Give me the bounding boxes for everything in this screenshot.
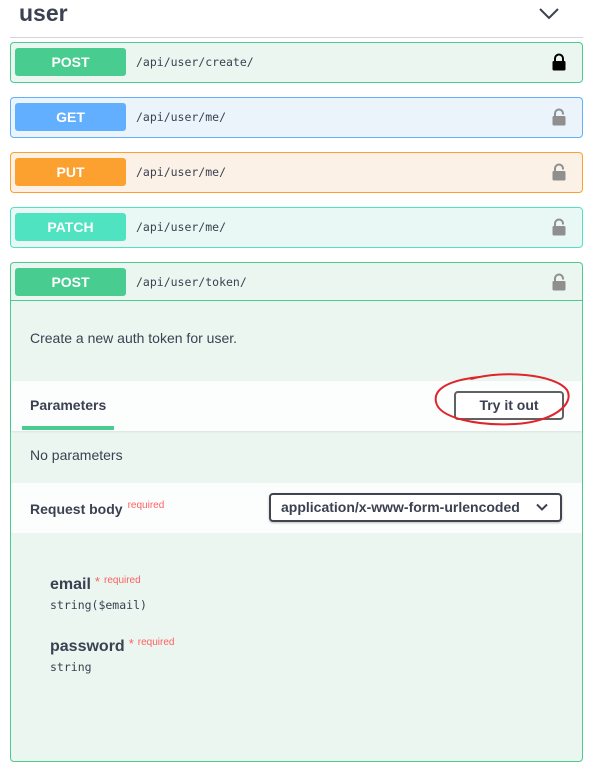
operation-path: /api/user/me/ xyxy=(136,110,227,124)
property-type: string($email) xyxy=(50,598,147,612)
required-tag: required xyxy=(127,500,165,511)
required-tag: required xyxy=(103,575,141,586)
operation-summary[interactable]: GET /api/user/me/ xyxy=(11,98,582,136)
no-parameters-text: No parameters xyxy=(30,447,123,463)
operation-summary[interactable]: PATCH /api/user/me/ xyxy=(11,208,582,246)
property-email: email * required string($email) xyxy=(50,574,147,612)
property-name: email xyxy=(50,576,91,593)
operation-post-user-create[interactable]: POST /api/user/create/ xyxy=(10,42,583,83)
required-tag: required xyxy=(137,637,175,648)
unlocked-padlock-icon[interactable] xyxy=(551,218,567,236)
locked-padlock-icon[interactable] xyxy=(551,53,567,71)
method-badge-post: POST xyxy=(15,268,126,296)
operation-post-user-token[interactable]: POST /api/user/token/ Create a new auth … xyxy=(10,262,583,762)
operation-summary[interactable]: PUT /api/user/me/ xyxy=(11,153,582,191)
operation-put-user-me[interactable]: PUT /api/user/me/ xyxy=(10,152,583,193)
request-body-header: Request body required application/x-www-f… xyxy=(11,483,582,533)
unlocked-padlock-icon[interactable] xyxy=(551,108,567,126)
request-body-label: Request body xyxy=(30,501,123,517)
operation-path: /api/user/create/ xyxy=(136,55,254,69)
content-type-select[interactable]: application/x-www-form-urlencoded xyxy=(269,493,562,522)
operation-get-user-me[interactable]: GET /api/user/me/ xyxy=(10,97,583,138)
tag-header-user[interactable]: user xyxy=(10,0,583,38)
try-it-out-button[interactable]: Try it out xyxy=(454,391,564,420)
operation-description: Create a new auth token for user. xyxy=(30,330,238,346)
operation-path: /api/user/me/ xyxy=(136,165,227,179)
method-badge-get: GET xyxy=(15,103,126,131)
property-password: password * required string xyxy=(50,636,175,674)
chevron-down-icon[interactable] xyxy=(537,3,561,23)
request-body-title: Request body required xyxy=(30,500,165,517)
operation-summary[interactable]: POST /api/user/create/ xyxy=(11,43,582,81)
operation-summary[interactable]: POST /api/user/token/ xyxy=(11,263,582,301)
content-type-value: application/x-www-form-urlencoded xyxy=(281,499,520,515)
operation-patch-user-me[interactable]: PATCH /api/user/me/ xyxy=(10,207,583,248)
required-star: * xyxy=(128,636,134,651)
method-badge-post: POST xyxy=(15,48,126,76)
method-badge-put: PUT xyxy=(15,158,126,186)
operation-path: /api/user/me/ xyxy=(136,220,227,234)
operation-path: /api/user/token/ xyxy=(136,275,247,289)
parameters-tab[interactable]: Parameters xyxy=(30,397,106,413)
tag-title: user xyxy=(19,0,68,26)
parameters-header: Parameters Try it out xyxy=(11,373,582,431)
method-badge-patch: PATCH xyxy=(15,213,126,241)
required-star: * xyxy=(94,574,100,589)
tab-active-underline xyxy=(22,426,114,430)
property-type: string xyxy=(50,660,92,674)
chevron-down-icon xyxy=(536,503,548,511)
unlocked-padlock-icon[interactable] xyxy=(551,163,567,181)
property-name: password xyxy=(50,638,125,655)
unlocked-padlock-icon[interactable] xyxy=(551,273,567,291)
